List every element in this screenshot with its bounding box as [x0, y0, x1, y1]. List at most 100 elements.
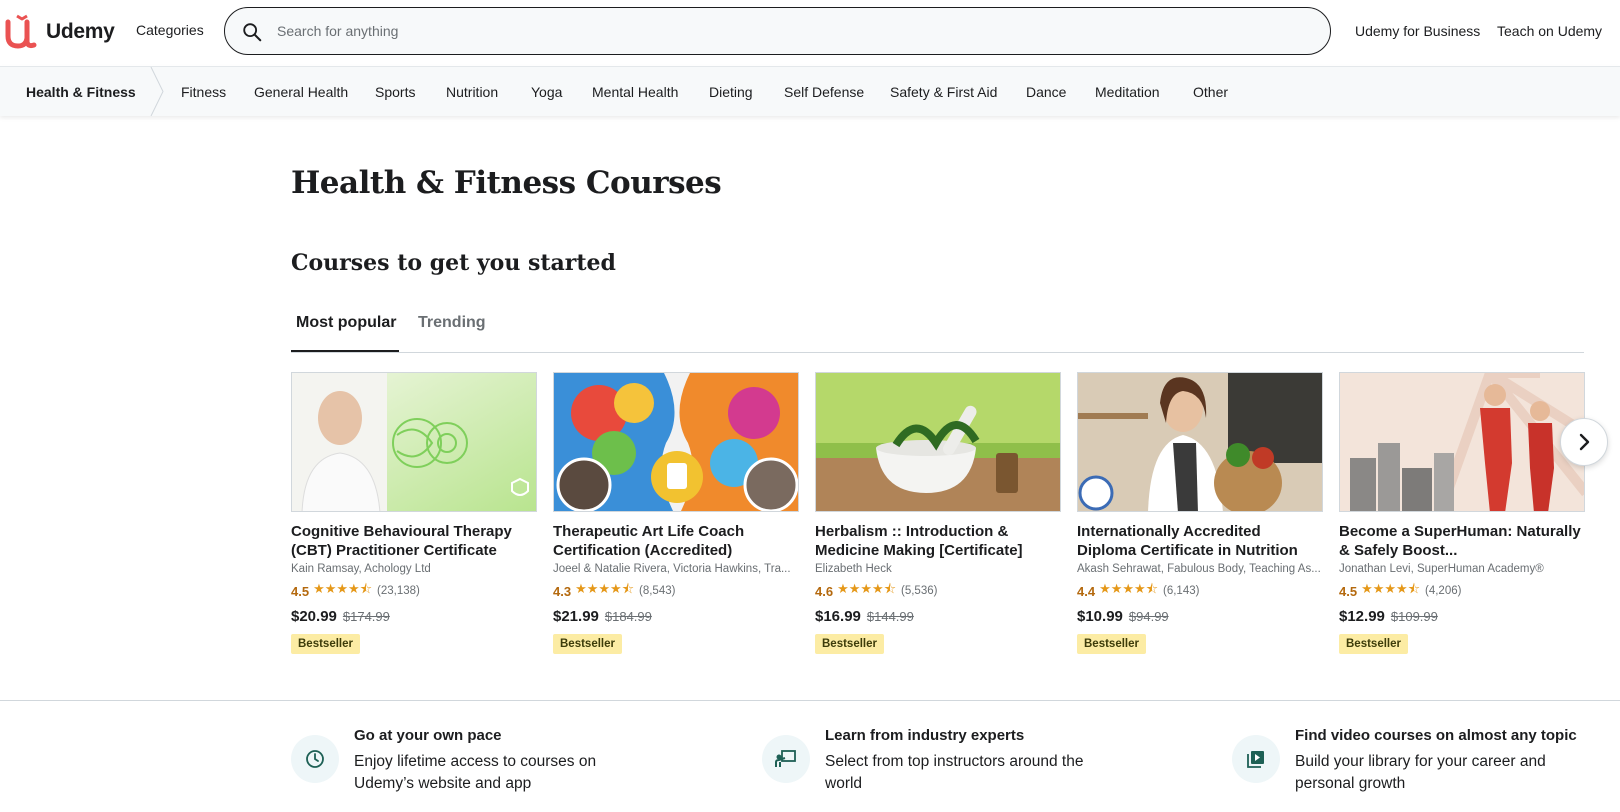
current-price: $16.99	[815, 608, 861, 625]
breadcrumb-chevron-icon	[150, 67, 164, 116]
benefit-text: Build your library for your career and p…	[1295, 753, 1546, 792]
search-bar	[224, 7, 1331, 55]
rating-value: 4.4	[1077, 583, 1096, 599]
carousel-next-button[interactable]	[1560, 418, 1608, 466]
section-title: Courses to get you started	[291, 250, 616, 276]
course-authors: Jonathan Levi, SuperHuman Academy®	[1339, 563, 1544, 575]
video-library-icon	[1232, 735, 1280, 783]
course-authors: Akash Sehrawat, Fabulous Body, Teaching …	[1077, 563, 1321, 575]
bestseller-badge: Bestseller	[291, 634, 360, 654]
review-count: (5,536)	[901, 585, 938, 597]
star-rating-icon: ★★★★⯪	[837, 581, 897, 596]
course-rating: 4.6 ★★★★⯪ (5,536)	[815, 580, 1061, 602]
course-card[interactable]: Therapeutic Art Life Coach Certification…	[553, 372, 799, 654]
course-title: Internationally Accredited Diploma Certi…	[1077, 523, 1298, 559]
course-thumbnail	[553, 372, 799, 512]
original-price: $174.99	[342, 609, 390, 624]
tab-most-popular[interactable]: Most popular	[296, 314, 396, 332]
udemy-for-business-link[interactable]: Udemy for Business	[1355, 23, 1480, 39]
course-price: $21.99 $184.99	[553, 608, 799, 625]
subnav-item-fitness[interactable]: Fitness	[181, 84, 226, 100]
course-authors: Elizabeth Heck	[815, 563, 892, 575]
course-title: Therapeutic Art Life Coach Certification…	[553, 523, 745, 559]
bestseller-badge: Bestseller	[815, 634, 884, 654]
original-price: $144.99	[866, 609, 914, 624]
course-card[interactable]: Herbalism :: Introduction & Medicine Mak…	[815, 372, 1061, 654]
course-card[interactable]: Internationally Accredited Diploma Certi…	[1077, 372, 1323, 654]
course-card[interactable]: Become a SuperHuman: Naturally & Safely …	[1339, 372, 1585, 654]
benefits-bar: Go at your own pace Enjoy lifetime acces…	[0, 700, 1620, 812]
current-price: $12.99	[1339, 608, 1385, 625]
subnav-item-meditation[interactable]: Meditation	[1095, 84, 1160, 100]
benefit-text: Select from top instructors around the w…	[825, 753, 1084, 792]
bestseller-badge: Bestseller	[1339, 634, 1408, 654]
review-count: (6,143)	[1163, 585, 1200, 597]
course-authors: Joeel & Natalie Rivera, Victoria Hawkins…	[553, 563, 791, 575]
rating-value: 4.5	[1339, 583, 1358, 599]
course-rating: 4.3 ★★★★⯪ (8,543)	[553, 580, 799, 602]
original-price: $184.99	[604, 609, 652, 624]
star-rating-icon: ★★★★⯪	[575, 581, 635, 596]
category-subnav: Health & Fitness Fitness General Health …	[0, 66, 1620, 116]
tab-trending[interactable]: Trending	[418, 314, 486, 332]
current-price: $20.99	[291, 608, 337, 625]
rating-value: 4.6	[815, 583, 834, 599]
rating-value: 4.3	[553, 583, 572, 599]
page-title: Health & Fitness Courses	[291, 165, 722, 201]
course-rating: 4.4 ★★★★⯪ (6,143)	[1077, 580, 1323, 602]
clock-icon	[291, 735, 339, 783]
current-price: $10.99	[1077, 608, 1123, 625]
course-authors: Kain Ramsay, Achology Ltd	[291, 563, 431, 575]
original-price: $94.99	[1128, 609, 1169, 624]
subnav-item-sports[interactable]: Sports	[375, 84, 415, 100]
current-price: $21.99	[553, 608, 599, 625]
course-title: Herbalism :: Introduction & Medicine Mak…	[815, 523, 1023, 559]
course-card[interactable]: Cognitive Behavioural Therapy (CBT) Prac…	[291, 372, 537, 654]
course-thumbnail	[291, 372, 537, 512]
categories-menu[interactable]: Categories	[136, 22, 204, 38]
review-count: (23,138)	[377, 585, 420, 597]
star-rating-icon: ★★★★⯪	[1361, 581, 1421, 596]
course-tabs: Most popular Trending	[291, 300, 1584, 353]
subnav-item-other[interactable]: Other	[1193, 84, 1228, 100]
subnav-item-self-defense[interactable]: Self Defense	[784, 84, 864, 100]
subnav-item-dance[interactable]: Dance	[1026, 84, 1066, 100]
course-thumbnail	[1077, 372, 1323, 512]
course-price: $16.99 $144.99	[815, 608, 1061, 625]
benefit-title: Go at your own pace	[354, 727, 502, 744]
bestseller-badge: Bestseller	[1077, 634, 1146, 654]
subnav-item-mental-health[interactable]: Mental Health	[592, 84, 678, 100]
course-rating: 4.5 ★★★★⯪ (23,138)	[291, 580, 537, 602]
course-price: $12.99 $109.99	[1339, 608, 1585, 625]
review-count: (8,543)	[639, 585, 676, 597]
benefit-text: Enjoy lifetime access to courses on Udem…	[354, 753, 597, 792]
header: Udemy Categories Udemy for Business Teac…	[0, 0, 1620, 66]
rating-value: 4.5	[291, 583, 310, 599]
course-title: Cognitive Behavioural Therapy (CBT) Prac…	[291, 523, 512, 559]
search-icon[interactable]	[241, 21, 263, 43]
course-thumbnail	[815, 372, 1061, 512]
review-count: (4,206)	[1425, 585, 1462, 597]
star-rating-icon: ★★★★⯪	[313, 581, 373, 596]
udemy-logo[interactable]: Udemy	[2, 14, 115, 50]
subnav-item-nutrition[interactable]: Nutrition	[446, 84, 498, 100]
teach-on-udemy-link[interactable]: Teach on Udemy	[1497, 23, 1602, 39]
search-input[interactable]	[277, 16, 1307, 46]
subnav-item-yoga[interactable]: Yoga	[531, 84, 562, 100]
subnav-item-dieting[interactable]: Dieting	[709, 84, 753, 100]
subnav-item-general-health[interactable]: General Health	[254, 84, 348, 100]
course-price: $10.99 $94.99	[1077, 608, 1323, 625]
benefit-title: Find video courses on almost any topic	[1295, 727, 1577, 744]
chevron-right-icon	[1579, 433, 1590, 451]
course-thumbnail	[1339, 372, 1585, 512]
bestseller-badge: Bestseller	[553, 634, 622, 654]
course-price: $20.99 $174.99	[291, 608, 537, 625]
udemy-logo-text: Udemy	[46, 20, 115, 43]
subnav-root-category[interactable]: Health & Fitness	[0, 67, 152, 116]
star-rating-icon: ★★★★⯪	[1099, 581, 1159, 596]
course-rating: 4.5 ★★★★⯪ (4,206)	[1339, 580, 1585, 602]
subnav-item-safety-first-aid[interactable]: Safety & First Aid	[890, 84, 997, 100]
udemy-logo-icon	[5, 14, 37, 49]
course-title: Become a SuperHuman: Naturally & Safely …	[1339, 523, 1581, 559]
active-tab-indicator	[291, 350, 399, 352]
